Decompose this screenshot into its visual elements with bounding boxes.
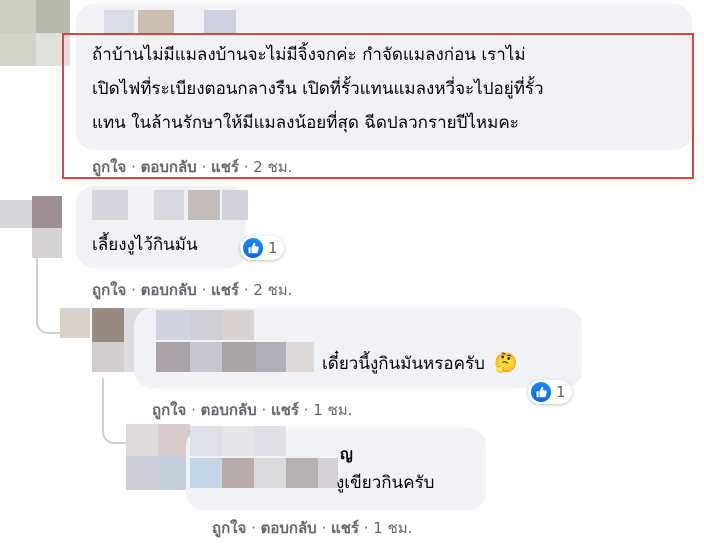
comment-text-3: เดี๋ยวนี้งูกินมันหรอครับ 🤔 [322,346,518,381]
highlight-box [62,33,694,179]
separator: · [131,281,136,299]
reply-link-4[interactable]: ตอบกลับ [261,519,317,537]
comment-text-2: เลี้ยงงูไว้กินมัน [92,235,198,255]
separator: · [363,519,369,537]
like-reaction-icon [243,238,263,258]
like-link-2[interactable]: ถูกใจ [92,281,126,299]
commenter-name-3[interactable] [156,308,316,374]
reaction-badge-2[interactable]: 1 [240,236,284,260]
comment-text-4: งูเขียวกินครับ [336,473,435,493]
commenter-name-1[interactable] [104,8,236,36]
commenter-name-4-suffix[interactable]: ญ [340,442,353,466]
thinking-face-icon: 🤔 [494,352,518,374]
like-link-4[interactable]: ถูกใจ [212,519,246,537]
comment-actions-3: ถูกใจ · ตอบกลับ · แชร์ · 1 ชม. [152,398,352,422]
reply-link-3[interactable]: ตอบกลับ [201,401,257,419]
like-reaction-icon [531,382,551,402]
share-link-3[interactable]: แชร์ [271,401,299,419]
comment-text-3-body: เดี๋ยวนี้งูกินมันหรอครับ [322,354,485,374]
reaction-count-3: 1 [556,383,566,401]
separator: · [243,281,249,299]
separator: · [261,401,267,419]
comment-actions-4: ถูกใจ · ตอบกลับ · แชร์ · 1 ชม. [212,516,412,540]
reply-link-2[interactable]: ตอบกลับ [141,281,197,299]
share-link-2[interactable]: แชร์ [211,281,239,299]
separator: · [251,519,256,537]
reaction-badge-3[interactable]: 1 [528,380,572,404]
timestamp-3[interactable]: 1 ชม. [313,401,352,419]
share-link-4[interactable]: แชร์ [331,519,359,537]
avatar-2[interactable] [0,196,62,262]
avatar-4[interactable] [126,424,190,490]
commenter-name-4[interactable] [190,426,340,490]
timestamp-2[interactable]: 2 ชม. [253,281,292,299]
timestamp-4[interactable]: 1 ชม. [373,519,412,537]
separator: · [321,519,327,537]
reaction-count-2: 1 [268,239,278,257]
separator: · [201,281,207,299]
separator: · [191,401,196,419]
separator: · [303,401,309,419]
thread-line-reply [102,378,128,444]
like-link-3[interactable]: ถูกใจ [152,401,186,419]
comment-actions-2: ถูกใจ · ตอบกลับ · แชร์ · 2 ชม. [92,278,292,302]
avatar-1[interactable] [0,0,70,66]
commenter-name-2[interactable] [92,190,252,224]
